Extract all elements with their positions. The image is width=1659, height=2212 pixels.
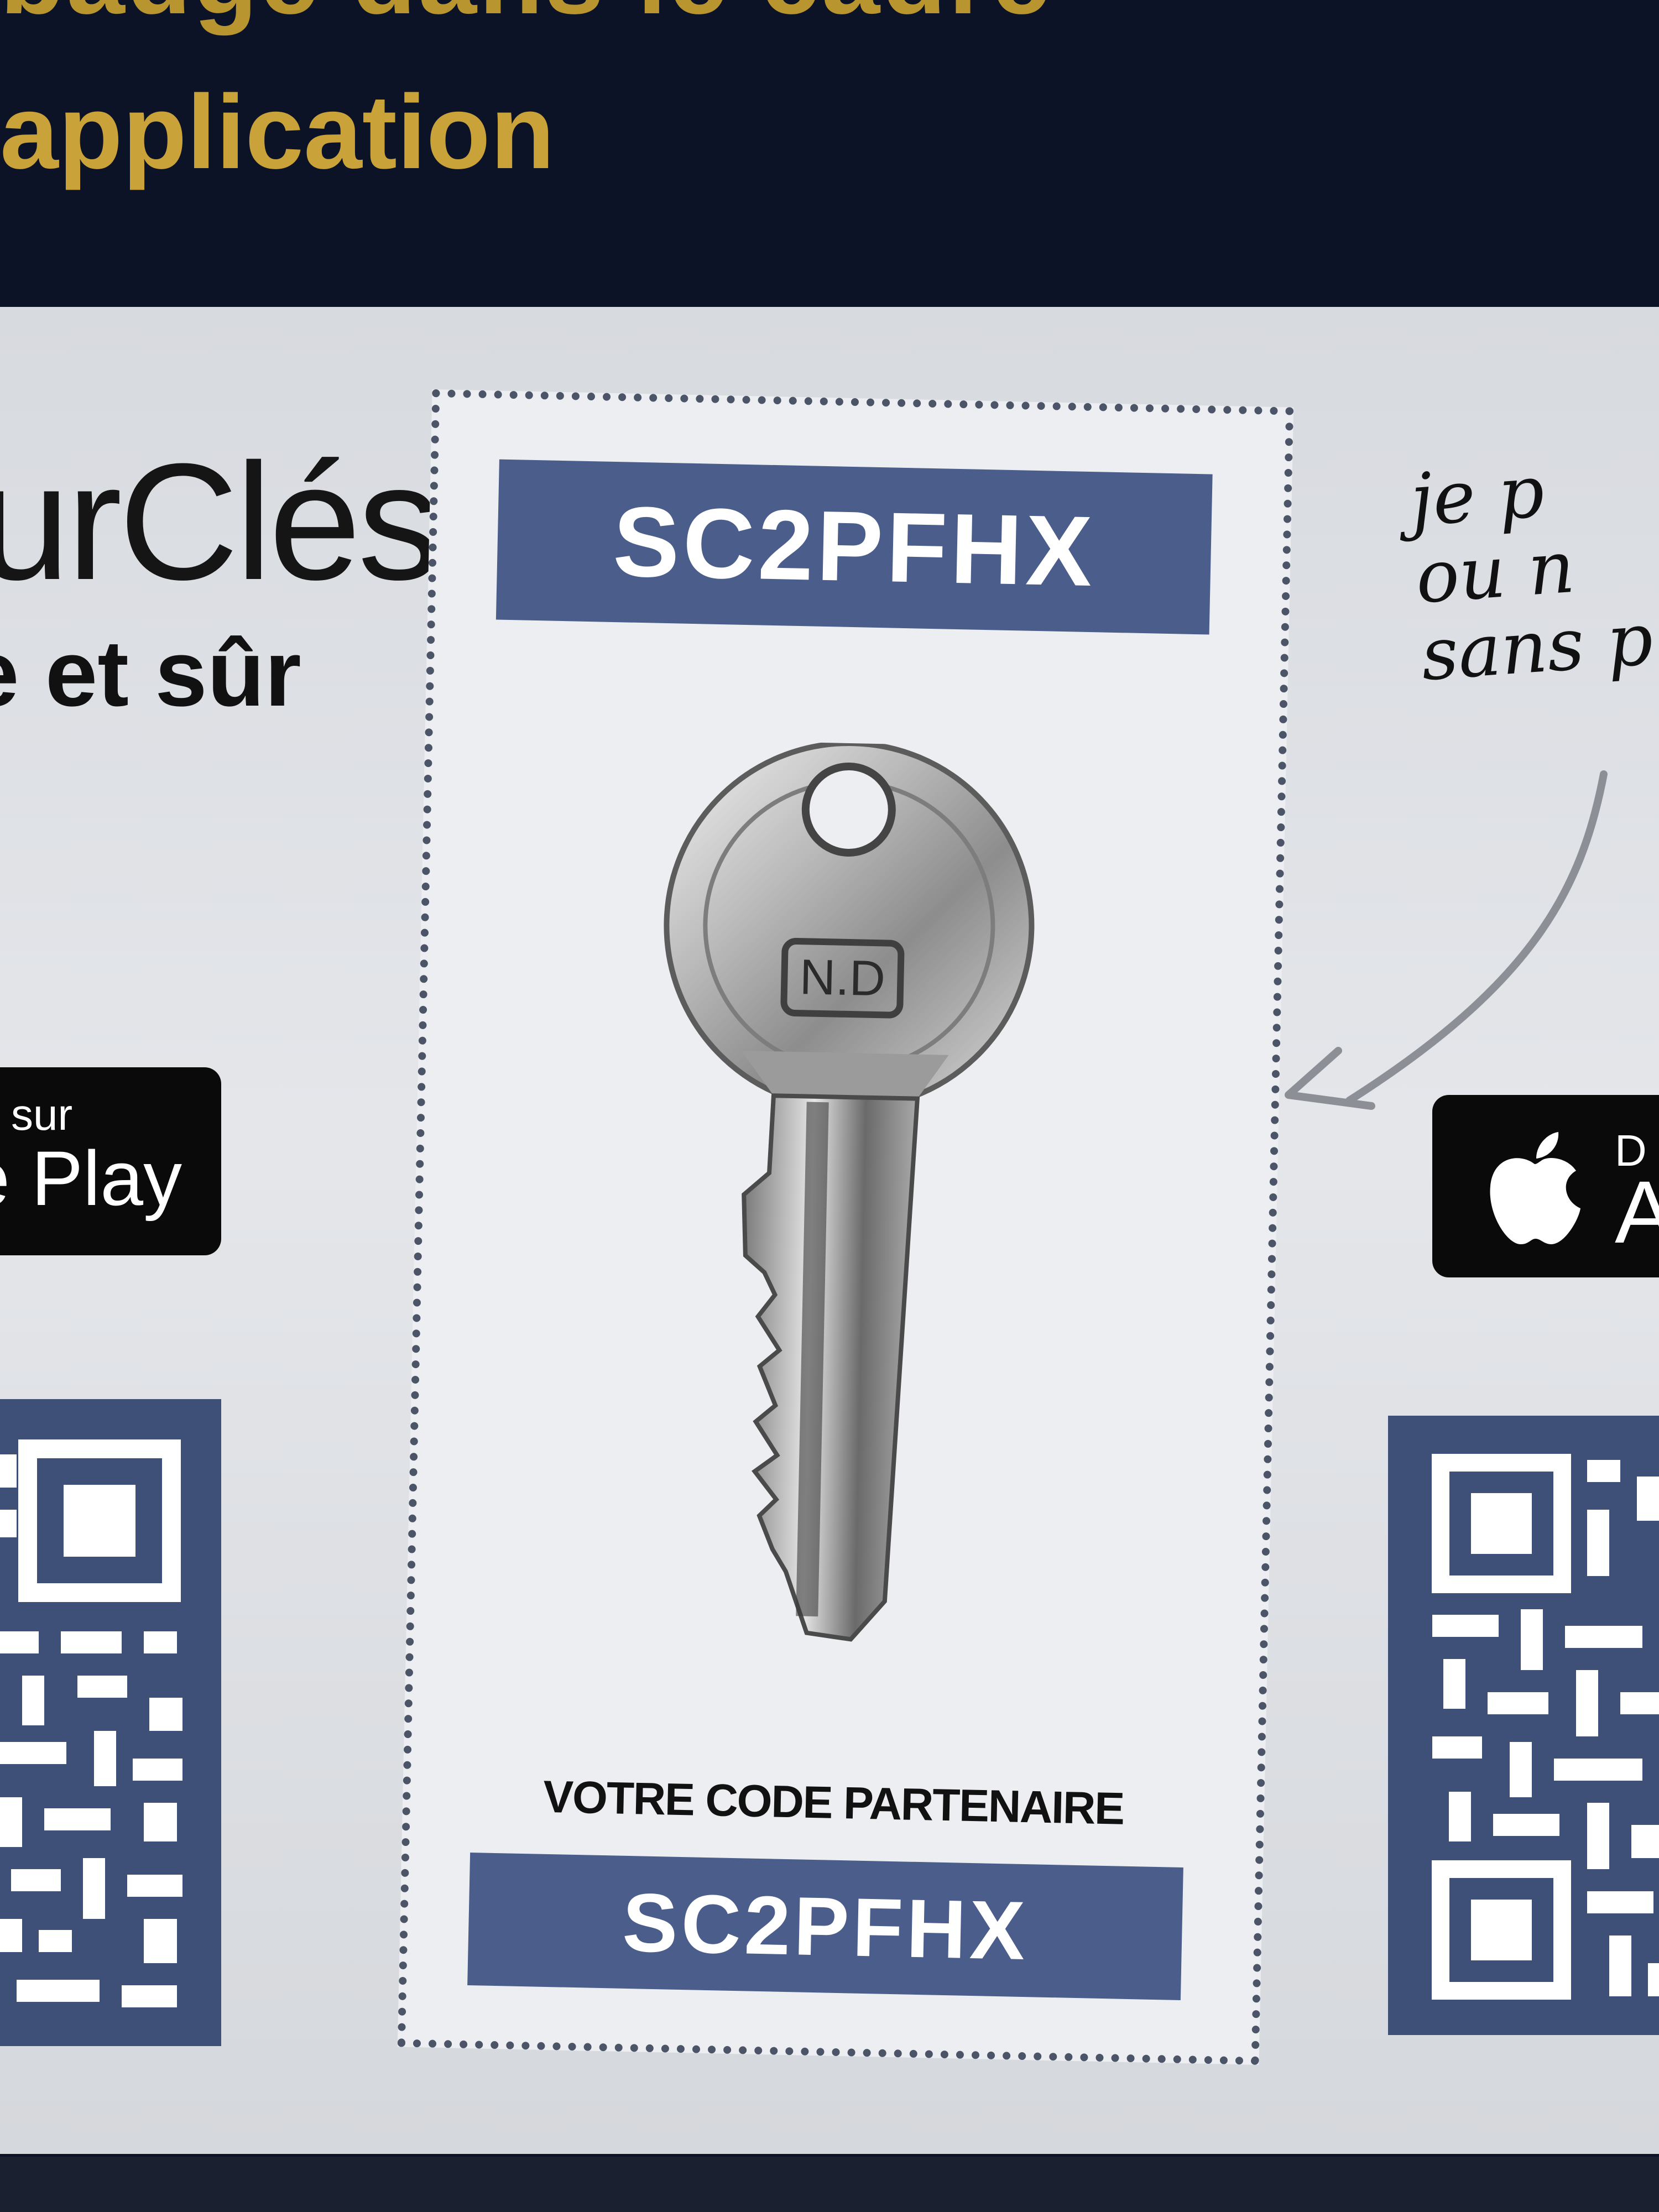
google-play-small-text: sur [11,1090,73,1139]
apple-icon [1490,1132,1580,1244]
partner-coupon: SC2PFHX N.D VOTRE CODE PARTENAIRE SC2PFH… [397,389,1294,2065]
app-store-big-text: A [1615,1162,1659,1261]
qr-code-left [0,1399,221,2046]
brand-tagline: e et sûr [0,621,301,726]
headline-line-2: application [0,74,555,191]
bottom-band [0,2157,1659,2212]
partner-code-label: VOTRE CODE PARTENAIRE [542,1771,1124,1834]
qr-pattern-right [1432,1454,1659,2000]
headline-line-1: badge dans le cadre [0,0,1659,38]
brand-name: urClés [0,429,441,614]
handwritten-note: je p ou n sans p [1407,449,1656,697]
partner-code-top: SC2PFHX [495,459,1213,635]
key-icon: N.D [664,740,1035,1642]
key-stamp-text: N.D [799,950,886,1006]
partner-code-bottom: SC2PFHX [467,1853,1183,2000]
google-play-badge[interactable]: sur e Play [0,1067,221,1255]
qr-pattern-left [0,1439,182,2007]
google-play-big-text: e Play [0,1135,182,1222]
arrow-icon [1285,770,1608,1110]
qr-code-right [1388,1416,1659,2035]
